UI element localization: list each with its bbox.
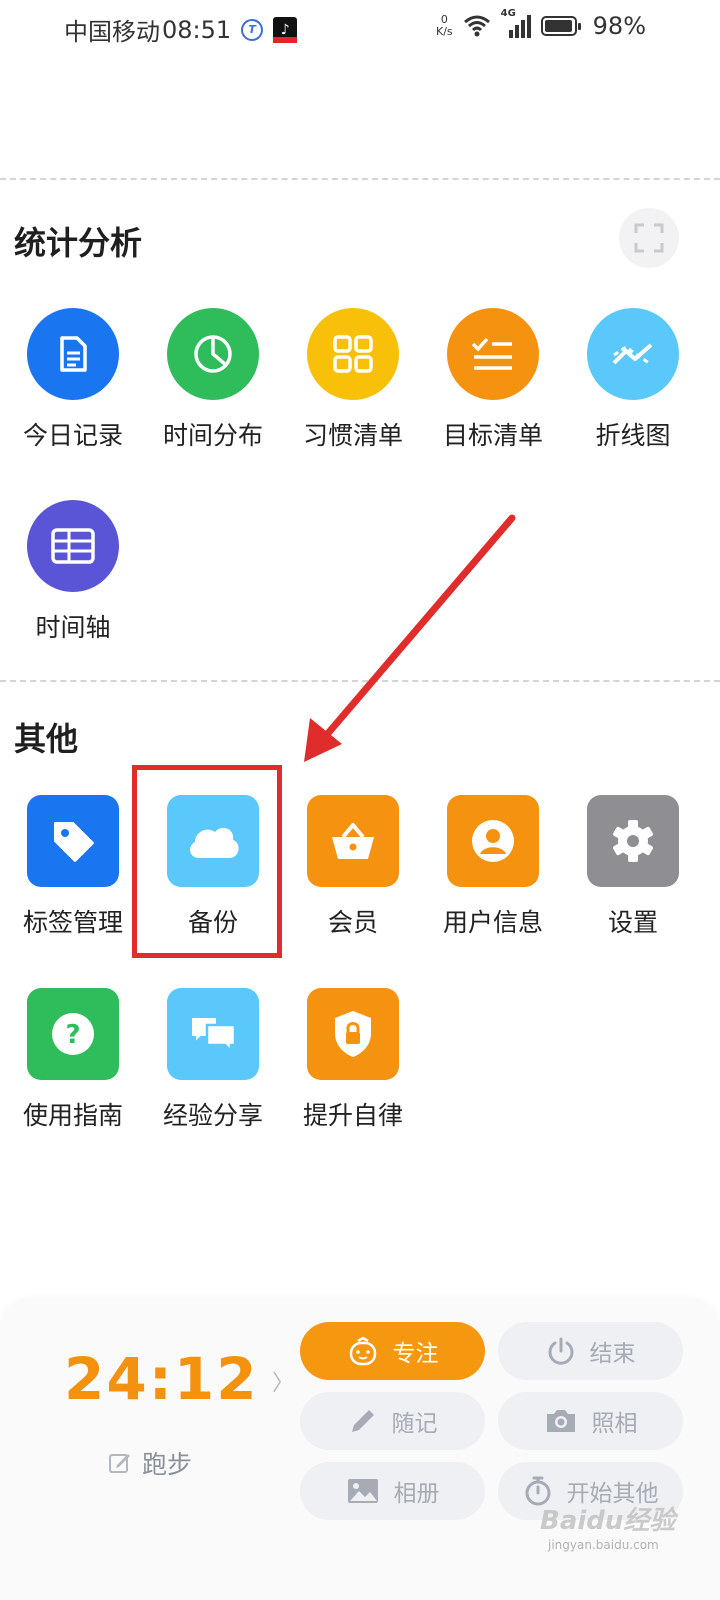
user-icon <box>447 795 539 887</box>
other-item-label: 会员 <box>327 908 378 937</box>
stat-item-today-record[interactable]: 今日记录 <box>8 308 138 452</box>
pencil-icon <box>351 1410 374 1432</box>
stat-item-line-chart[interactable]: 折线图 <box>568 308 698 452</box>
photo-button-label: 照相 <box>591 1411 638 1437</box>
edit-icon <box>109 1454 130 1473</box>
signal-icon: 4G <box>501 8 531 38</box>
gear-icon <box>587 795 679 887</box>
note-button[interactable]: 随记 <box>300 1392 485 1450</box>
other-item-label: 提升自律 <box>302 1101 403 1130</box>
section-title-stats: 统计分析 <box>14 224 143 262</box>
power-icon <box>548 1337 573 1365</box>
question-icon: ? <box>27 988 119 1080</box>
table-icon <box>27 500 119 592</box>
other-item-membership[interactable]: 会员 <box>288 795 418 939</box>
chat-icon <box>167 988 259 1080</box>
wifi-icon <box>463 15 490 37</box>
stat-item-label: 折线图 <box>595 421 671 450</box>
other-item-label: 用户信息 <box>442 908 543 937</box>
other-item-settings[interactable]: 设置 <box>568 795 698 939</box>
album-button-label: 相册 <box>393 1481 440 1507</box>
stat-item-goal-list[interactable]: 目标清单 <box>428 308 558 452</box>
timer-display[interactable]: 24:12 <box>64 1345 259 1413</box>
other-item-experience-share[interactable]: 经验分享 <box>148 988 278 1132</box>
photo-button[interactable]: 照相 <box>498 1392 683 1450</box>
other-item-label: 使用指南 <box>22 1101 123 1130</box>
note-button-label: 随记 <box>391 1411 438 1437</box>
notification-app-icon: T <box>241 18 264 41</box>
stat-item-time-distribution[interactable]: 时间分布 <box>148 308 278 452</box>
tiktok-icon: ♪ <box>273 16 298 43</box>
other-item-label: 标签管理 <box>22 908 123 937</box>
status-right: 0 K/s 4G 98% <box>436 8 646 40</box>
fullscreen-button[interactable] <box>619 208 679 268</box>
other-item-tag-management[interactable]: 标签管理 <box>8 795 138 939</box>
other-item-user-guide[interactable]: ? 使用指南 <box>8 988 138 1132</box>
watermark: Baidu经验 <box>540 1506 676 1536</box>
camera-icon <box>546 1410 575 1432</box>
status-left: 中国移动 08:51 T ♪ <box>64 12 298 47</box>
divider <box>0 680 720 682</box>
carrier-name: 中国移动 <box>64 18 160 46</box>
divider <box>0 178 720 180</box>
stat-item-habit-list[interactable]: 习惯清单 <box>288 308 418 452</box>
other-item-user-info[interactable]: 用户信息 <box>428 795 558 939</box>
focus-button[interactable]: 专注 <box>300 1322 485 1380</box>
current-task[interactable]: 跑步 <box>108 1445 192 1481</box>
svg-text:?: ? <box>65 1020 80 1050</box>
net-speed: 0 K/s <box>436 13 453 38</box>
other-item-label: 设置 <box>607 908 658 937</box>
status-bar: 中国移动 08:51 T ♪ 0 K/s 4G 98% <box>0 0 720 56</box>
chevron-right-icon[interactable]: 〉 <box>272 1365 294 1397</box>
line-chart-icon <box>587 308 679 400</box>
stat-item-label: 时间轴 <box>35 613 111 642</box>
other-item-label: 经验分享 <box>162 1101 263 1130</box>
current-task-label: 跑步 <box>142 1450 193 1479</box>
focus-button-label: 专注 <box>392 1341 439 1367</box>
end-button[interactable]: 结束 <box>498 1322 683 1380</box>
stat-item-timeline[interactable]: 时间轴 <box>8 500 138 644</box>
stat-item-label: 习惯清单 <box>302 421 403 450</box>
clock: 08:51 <box>162 15 232 44</box>
battery-icon <box>540 16 581 36</box>
document-icon <box>27 308 119 400</box>
album-button[interactable]: 相册 <box>300 1462 485 1520</box>
tag-icon <box>27 795 119 887</box>
fullscreen-icon <box>634 223 664 253</box>
watermark-url: jingyan.baidu.com <box>548 1538 659 1552</box>
other-item-self-discipline[interactable]: 提升自律 <box>288 988 418 1132</box>
shield-lock-icon <box>307 988 399 1080</box>
basket-icon <box>307 795 399 887</box>
checklist-icon <box>447 308 539 400</box>
stat-item-label: 时间分布 <box>162 421 263 450</box>
image-icon <box>347 1479 378 1503</box>
grid-icon <box>307 308 399 400</box>
battery-level: 98% <box>592 12 646 40</box>
pie-chart-icon <box>167 308 259 400</box>
highlight-box <box>132 765 282 958</box>
section-title-other: 其他 <box>14 720 79 758</box>
stat-item-label: 目标清单 <box>442 421 543 450</box>
end-button-label: 结束 <box>589 1341 636 1367</box>
tomato-icon <box>349 1336 376 1366</box>
stat-item-label: 今日记录 <box>22 421 123 450</box>
